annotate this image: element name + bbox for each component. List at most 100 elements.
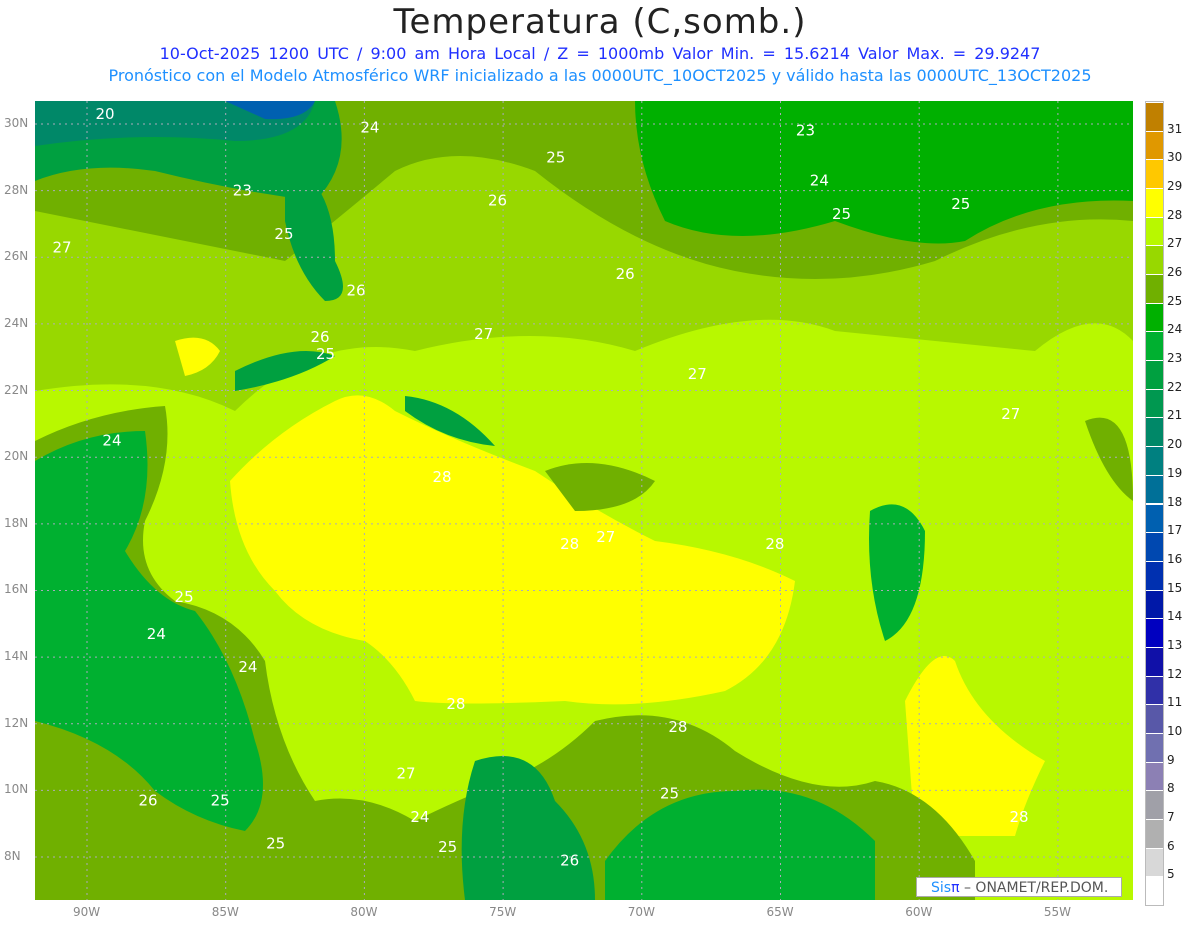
contour-label: 23 [233,182,252,200]
colorbar-label: 23 [1167,351,1183,366]
contour-label: 27 [688,365,707,383]
colorbar-bin [1146,245,1163,275]
contour-label: 25 [546,148,565,166]
contour-label: 26 [310,328,329,346]
contour-label: 25 [274,225,293,243]
colorbar-bin [1146,360,1163,389]
colorbar-label: 26 [1167,265,1183,280]
colorbar-bin [1146,417,1163,447]
lon-tick-label: 80W [350,905,378,919]
lat-tick-label: 16N [4,582,29,597]
contour-label: 25 [951,195,970,213]
contour-label: 28 [765,535,784,553]
colorbar-bin [1146,331,1163,361]
lat-tick-label: 22N [4,382,29,397]
colorbar-label: 24 [1167,322,1183,337]
colorbar-label: 11 [1167,695,1183,710]
credit-text: – ONAMET/REP.DOM. [963,880,1109,896]
temperature-map: 2024 232526242325252527262626252727272428… [35,101,1133,900]
contour-label: 26 [616,265,635,283]
contour-label: 27 [1001,405,1020,423]
contour-label: 20 [95,105,114,123]
colorbar-bin [1146,388,1163,418]
colorbar-bin [1146,188,1163,217]
contour-label: 24 [238,658,257,676]
colorbar-label: 10 [1167,723,1183,738]
colorbar-bin [1146,560,1163,590]
contour-label: 28 [433,468,452,486]
lat-tick-label: 14N [4,649,29,664]
colorbar-label: 5 [1167,867,1175,882]
contour-label: 26 [488,192,507,210]
colorbar-label: 25 [1167,293,1183,308]
contour-label: 24 [360,118,379,136]
lat-tick-label: 18N [4,515,29,530]
contour-label: 27 [596,528,615,546]
colorbar-bin [1146,646,1163,676]
colorbar-bin [1146,675,1163,705]
colorbar-bin [1146,876,1163,905]
lon-tick-label: 65W [766,905,794,919]
contour-label: 24 [102,432,121,450]
contour-label: 27 [396,765,415,783]
sispi-logo: Sis [931,880,952,896]
colorbar-label: 28 [1167,207,1183,222]
lat-tick-label: 8N [4,849,21,864]
colorbar-bin [1146,474,1163,504]
contour-label: 27 [52,238,71,256]
colorbar-label: 6 [1167,838,1175,853]
lat-tick-label: 26N [4,249,29,264]
credit-box: Sisπ – ONAMET/REP.DOM. [916,877,1122,897]
colorbar-label: 22 [1167,379,1183,394]
colorbar-label: 16 [1167,551,1183,566]
colorbar-bin [1146,589,1163,619]
contour-label: 25 [316,345,335,363]
lat-tick-label: 20N [4,449,29,464]
lon-tick-label: 90W [73,905,101,919]
contour-label: 24 [410,808,429,826]
colorbar-bin [1146,532,1163,561]
colorbar-bin [1146,159,1163,189]
colorbar-bin [1146,618,1163,647]
colorbar-bin [1146,761,1163,791]
colorbar-bin [1146,216,1163,246]
contour-label: 25 [175,588,194,606]
colorbar-bin [1146,704,1163,733]
colorbar-label: 29 [1167,179,1183,194]
colorbar-bin [1146,302,1163,332]
colorbar-label: 13 [1167,637,1183,652]
colorbar [1145,101,1164,906]
colorbar-label: 18 [1167,494,1183,509]
colorbar-bin [1146,274,1163,303]
colorbar-bin [1146,130,1163,160]
contour-label: 27 [474,325,493,343]
colorbar-label: 31 [1167,121,1183,136]
sispi-logo-pi: π [951,880,960,896]
model-info-subtitle: Pronóstico con el Modelo Atmosférico WRF… [108,66,1092,85]
contour-label: 23 [796,122,815,140]
colorbar-bin [1146,847,1163,877]
colorbar-label: 15 [1167,580,1183,595]
colorbar-label: 7 [1167,809,1175,824]
lon-tick-label: 60W [905,905,933,919]
contour-label: 26 [138,791,157,809]
contour-label: 28 [560,535,579,553]
lon-tick-label: 75W [489,905,517,919]
contour-label: 25 [211,791,230,809]
contour-label: 25 [832,205,851,223]
contour-label: 25 [660,785,679,803]
contour-label: 28 [1010,808,1029,826]
colorbar-label: 17 [1167,523,1183,538]
colorbar-label: 9 [1167,752,1175,767]
map-title: Temperatura (C,somb.) [393,2,807,42]
lat-tick-label: 10N [4,782,29,797]
contour-label: 26 [347,282,366,300]
colorbar-label: 27 [1167,236,1183,251]
contour-label: 28 [668,718,687,736]
colorbar-label: 12 [1167,666,1183,681]
lat-tick-label: 12N [4,715,29,730]
colorbar-bin [1146,732,1163,762]
contour-label: 28 [446,695,465,713]
lat-tick-label: 28N [4,182,29,197]
colorbar-label: 21 [1167,408,1183,423]
